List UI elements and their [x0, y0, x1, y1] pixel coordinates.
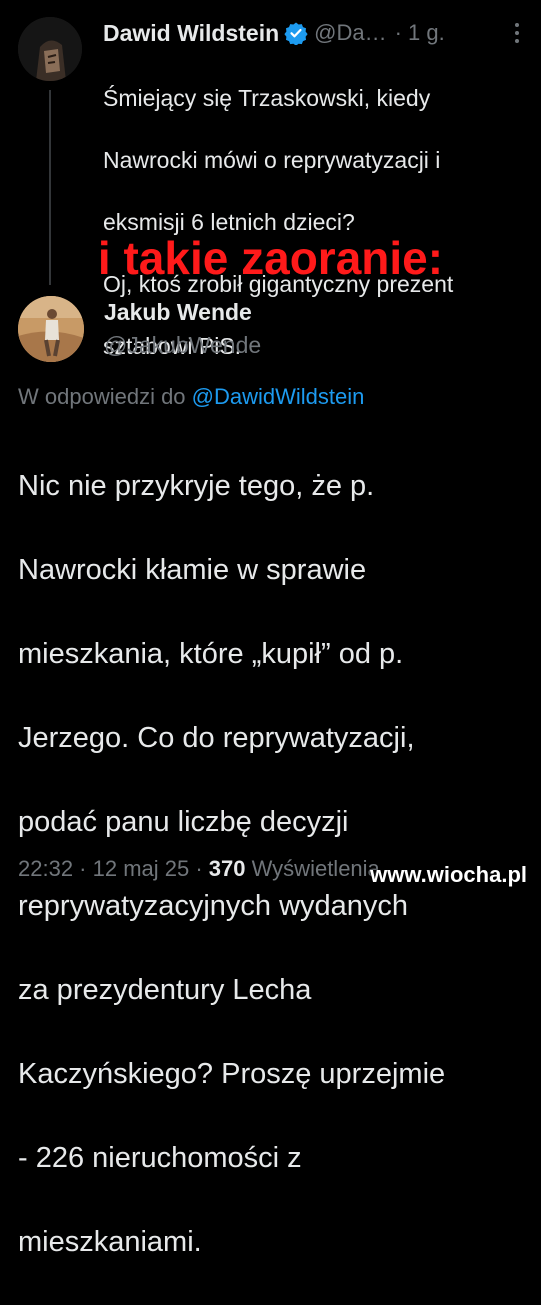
- views-count[interactable]: 370: [209, 856, 246, 881]
- tweet-text-line: Nawrocki mówi o reprywatyzacji i: [103, 147, 441, 173]
- tweet-text-line: Śmiejący się Trzaskowski, kiedy: [103, 85, 431, 111]
- reply-author-name[interactable]: Jakub Wende: [104, 299, 252, 326]
- reply-text-line: podać panu liczbę decyzji: [18, 806, 349, 838]
- views-label: Wyświetlenia: [245, 856, 380, 881]
- reply-text-line: za prezydentury Lecha: [18, 974, 312, 1006]
- tweet-header: Dawid Wildstein @Da… · 1 g.: [103, 18, 445, 48]
- timestamp[interactable]: 22:32 · 12 maj 25 ·: [18, 856, 209, 881]
- author-name[interactable]: Dawid Wildstein: [103, 20, 279, 47]
- original-tweet: Dawid Wildstein @Da… · 1 g. Śmiejący się…: [0, 0, 541, 359]
- reply-text-line: mieszkania, które „kupił” od p.: [18, 638, 404, 670]
- reply-text-line: Nic nie przykryje tego, że p.: [18, 470, 375, 502]
- author-handle[interactable]: @Da…: [314, 20, 386, 46]
- tweet-metadata: 22:32 · 12 maj 25 · 370 Wyświetlenia: [18, 856, 380, 882]
- reply-text-line: reprywatyzacyjnych wydanych: [18, 890, 409, 922]
- reply-text-line: Kaczyńskiego? Proszę uprzejmie: [18, 1058, 446, 1090]
- verified-badge-icon: [284, 22, 308, 45]
- replying-to-link[interactable]: @DawidWildstein: [192, 384, 365, 409]
- avatar-jakub-wende[interactable]: [18, 296, 84, 362]
- reply-text-line: Jerzego. Co do reprywatyzacji,: [18, 722, 415, 754]
- more-options-icon[interactable]: [513, 22, 521, 44]
- reply-text-line: mieszkaniami.: [18, 1226, 202, 1258]
- watermark: www.wiocha.pl: [370, 862, 527, 887]
- replying-to-prefix: W odpowiedzi do: [18, 384, 192, 409]
- reply-author-handle[interactable]: @JakubWende: [104, 332, 261, 359]
- overlay-caption: i takie zaoranie:: [97, 232, 444, 284]
- reply-text-line: - 226 nieruchomości z: [18, 1142, 302, 1174]
- avatar-image: [18, 17, 82, 81]
- reply-text-line: Nawrocki kłamie w sprawie: [18, 554, 367, 586]
- avatar-image: [18, 296, 84, 362]
- replying-to: W odpowiedzi do @DawidWildstein: [18, 384, 364, 410]
- avatar-dawid-wildstein[interactable]: [18, 17, 82, 81]
- tweet-time[interactable]: · 1 g.: [395, 20, 445, 46]
